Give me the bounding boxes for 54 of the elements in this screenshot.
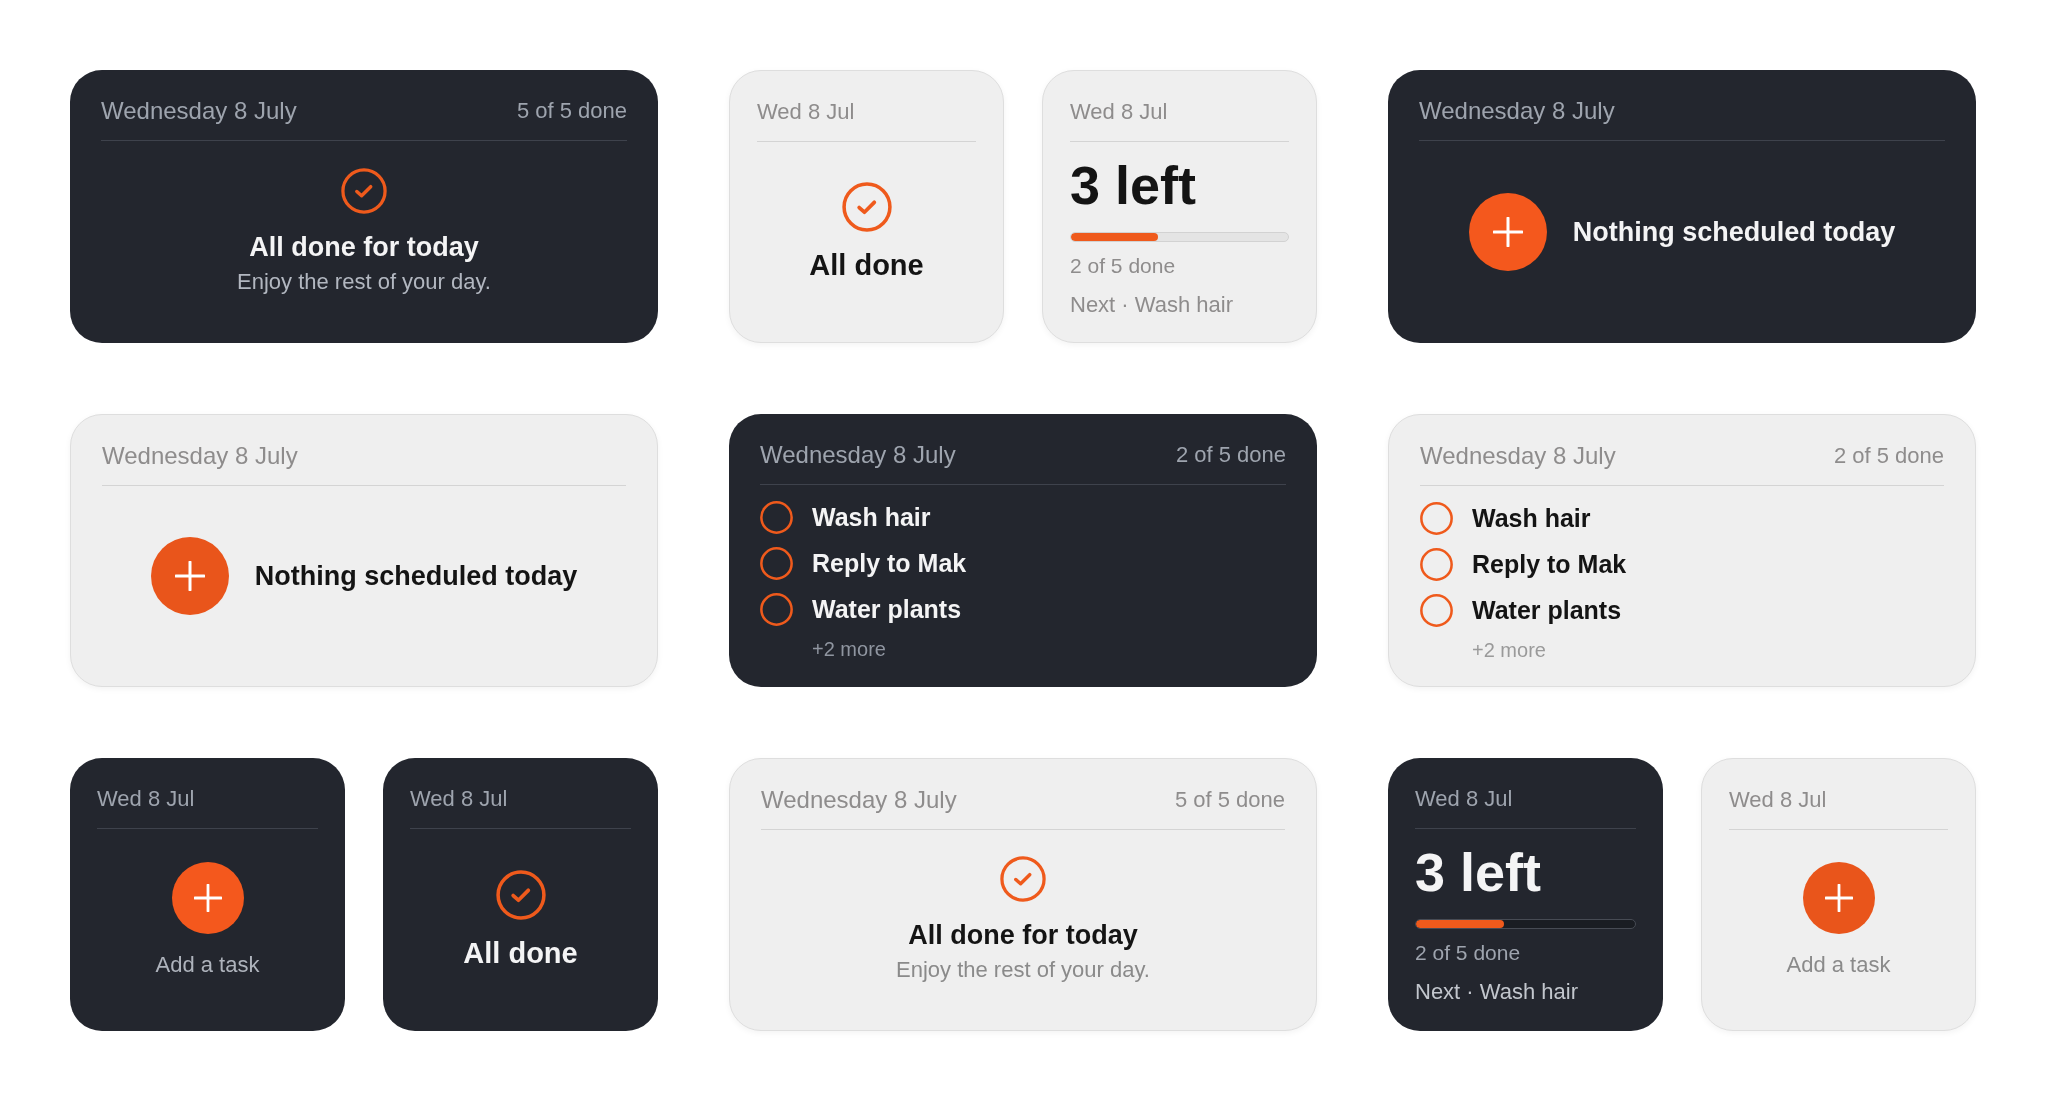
date-label: Wednesday 8 July xyxy=(760,441,956,469)
task-label: Reply to Mak xyxy=(812,548,967,578)
empty-message: Nothing scheduled today xyxy=(254,559,578,592)
date-label: Wed 8 Jul xyxy=(410,785,508,813)
status-title: All done for today xyxy=(249,231,479,263)
date-label: Wed 8 Jul xyxy=(757,98,855,126)
done-count: 2 of 5 done xyxy=(1070,254,1176,278)
date-label: Wednesday 8 July xyxy=(102,442,298,470)
next-task: Next · Wash hair xyxy=(1070,292,1233,318)
add-task-label: Add a task xyxy=(1786,951,1891,978)
done-count: 2 of 5 done xyxy=(1175,441,1286,469)
plus-icon xyxy=(193,883,222,912)
date-label: Wednesday 8 July xyxy=(1419,97,1615,125)
done-count: 2 of 5 done xyxy=(1833,442,1944,470)
more-tasks: +2 more xyxy=(1472,638,1546,662)
status-subtitle: Enjoy the rest of your day. xyxy=(896,957,1150,983)
task-checkbox[interactable] xyxy=(760,592,793,626)
date-label: Wednesday 8 July xyxy=(761,786,957,814)
task-checkbox[interactable] xyxy=(1420,501,1453,535)
task-checkbox[interactable] xyxy=(1420,593,1453,627)
task-label: Wash hair xyxy=(812,502,931,532)
done-count: 2 of 5 done xyxy=(1415,941,1521,965)
tasks-left: 3 left xyxy=(1415,845,1542,899)
check-circle-icon xyxy=(341,168,387,214)
done-count: 5 of 5 done xyxy=(1174,786,1285,814)
task-label: Water plants xyxy=(1472,595,1622,625)
date-label: Wed 8 Jul xyxy=(1415,785,1513,813)
plus-icon xyxy=(1824,883,1853,912)
plus-icon xyxy=(174,560,205,591)
task-label: Water plants xyxy=(812,594,962,624)
done-count: 5 of 5 done xyxy=(516,97,627,125)
status-title: All done xyxy=(809,247,924,282)
date-label: Wednesday 8 July xyxy=(1420,442,1616,470)
status-title: All done xyxy=(463,935,578,970)
date-label: Wed 8 Jul xyxy=(97,785,195,813)
add-task-label: Add a task xyxy=(155,951,260,978)
date-label: Wed 8 Jul xyxy=(1729,786,1827,814)
check-circle-icon xyxy=(495,869,546,920)
status-subtitle: Enjoy the rest of your day. xyxy=(237,269,491,295)
status-title: All done for today xyxy=(908,919,1138,951)
plus-icon xyxy=(1492,216,1523,247)
empty-message: Nothing scheduled today xyxy=(1572,215,1896,248)
task-label: Reply to Mak xyxy=(1472,549,1627,579)
task-checkbox[interactable] xyxy=(760,500,793,534)
task-checkbox[interactable] xyxy=(1420,547,1453,581)
date-label: Wednesday 8 July xyxy=(101,97,297,125)
more-tasks: +2 more xyxy=(812,637,886,661)
task-label: Wash hair xyxy=(1472,503,1591,533)
check-circle-icon xyxy=(1000,856,1046,902)
next-task: Next · Wash hair xyxy=(1415,979,1578,1005)
task-checkbox[interactable] xyxy=(760,546,793,580)
tasks-left: 3 left xyxy=(1070,158,1197,212)
check-circle-icon xyxy=(841,181,892,232)
date-label: Wed 8 Jul xyxy=(1070,98,1168,126)
